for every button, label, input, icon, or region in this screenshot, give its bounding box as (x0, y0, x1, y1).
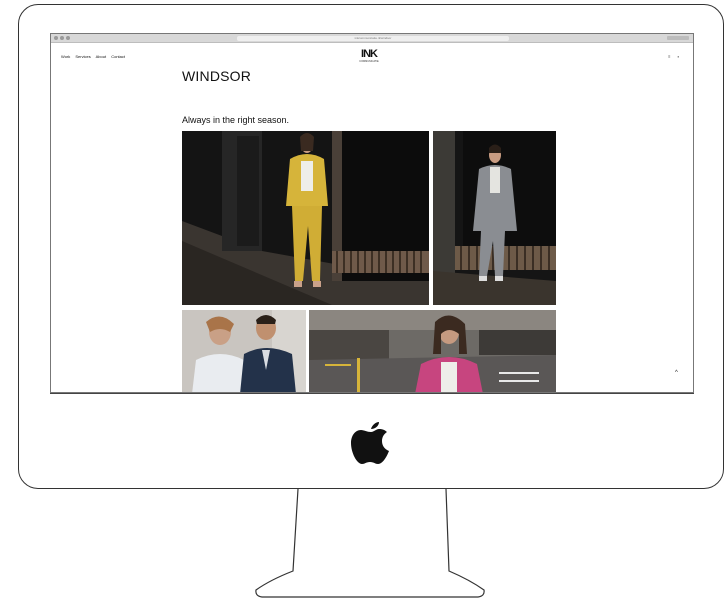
scroll-up-icon[interactable]: ^ (675, 370, 678, 376)
site-nav: Work Services About Contact (61, 54, 129, 59)
browser-tools-icon[interactable] (667, 36, 689, 40)
zoom-window-icon[interactable] (66, 36, 70, 40)
browser-toolbar: inkcommunicatie.nl/windsor (51, 34, 693, 43)
photo-man-grey-suit[interactable] (433, 131, 556, 305)
nav-contact[interactable]: Contact (111, 54, 125, 59)
page-tagline: Always in the right season. (182, 115, 290, 125)
menu-icon[interactable]: ≡ (668, 54, 670, 59)
photo-woman-yellow-suit[interactable] (182, 131, 429, 305)
nav-about[interactable]: About (96, 54, 106, 59)
minimize-window-icon[interactable] (60, 36, 64, 40)
utility-icons: ≡ ▪ (662, 54, 679, 59)
site-logo[interactable]: INK COMMUNICATIE (355, 49, 383, 71)
screen: inkcommunicatie.nl/windsor Work Services… (50, 33, 694, 393)
nav-services[interactable]: Services (75, 54, 90, 59)
close-window-icon[interactable] (54, 36, 58, 40)
nav-work[interactable]: Work (61, 54, 70, 59)
address-bar[interactable]: inkcommunicatie.nl/windsor (237, 35, 509, 41)
logo-text: INK (361, 48, 378, 60)
page-title: WINDSOR (182, 68, 252, 84)
cart-icon[interactable]: ▪ (678, 54, 679, 59)
logo-subtitle: COMMUNICATIE (359, 60, 379, 63)
photo-couple[interactable] (182, 310, 306, 392)
photo-woman-pink-jacket[interactable] (309, 310, 556, 392)
